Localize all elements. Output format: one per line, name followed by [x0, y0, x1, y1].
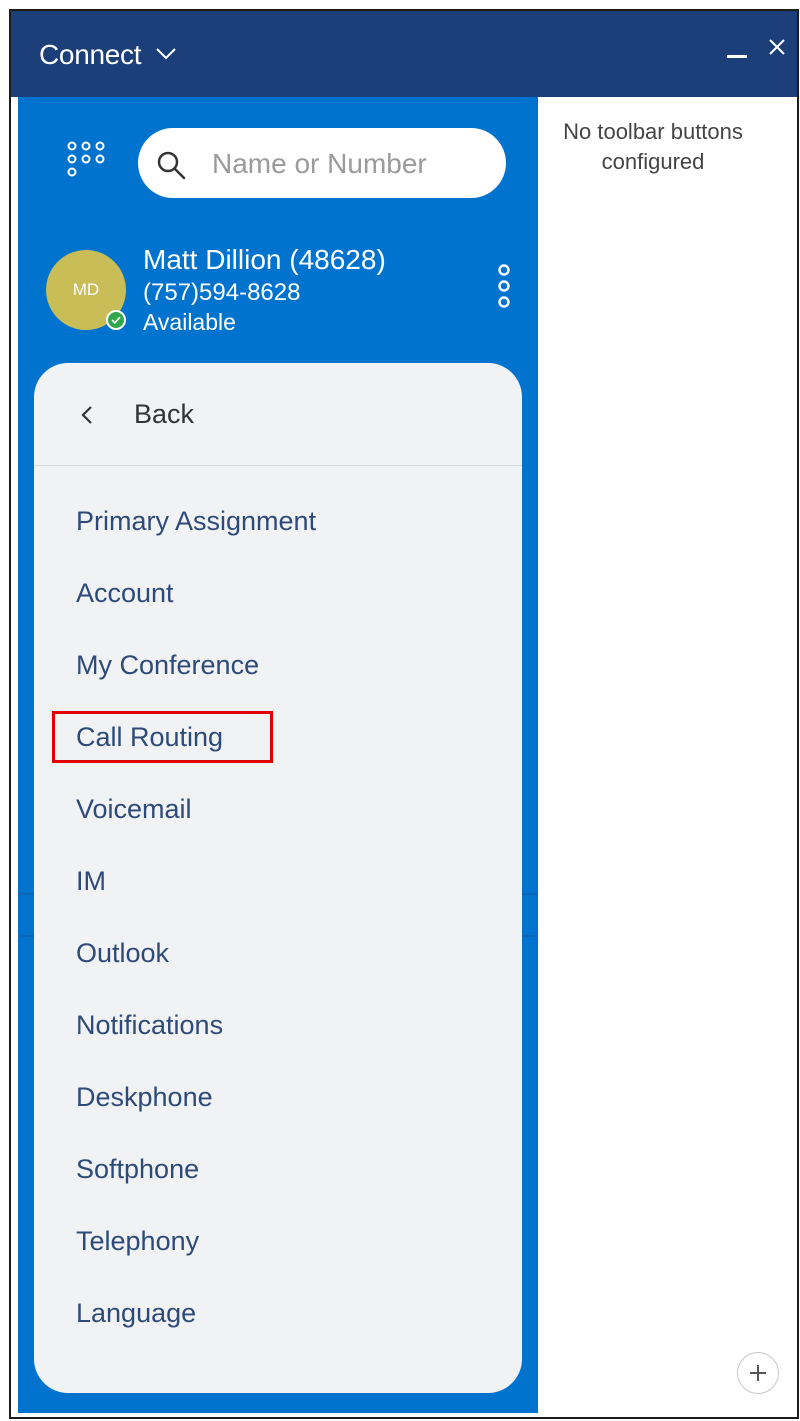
call-routing-highlight [52, 711, 273, 763]
close-icon[interactable] [767, 37, 787, 57]
back-label: Back [134, 399, 195, 429]
menu-item-notifications[interactable]: Notifications [76, 1005, 223, 1045]
menu-item-primary-assignment[interactable]: Primary Assignment [76, 501, 316, 541]
menu-item-telephony[interactable]: Telephony [76, 1221, 199, 1261]
menu-item-deskphone[interactable]: Deskphone [76, 1077, 213, 1117]
menu-item-my-conference[interactable]: My Conference [76, 645, 259, 685]
search-input[interactable] [210, 142, 494, 186]
more-options-icon[interactable] [496, 262, 512, 310]
dialpad-icon[interactable] [66, 140, 106, 184]
user-status[interactable]: Available [143, 309, 236, 336]
back-button[interactable]: Back [34, 363, 522, 465]
search-box[interactable] [138, 128, 506, 198]
menu-item-language[interactable]: Language [76, 1293, 196, 1333]
title-bar: Connect [11, 11, 797, 97]
add-button[interactable] [737, 1352, 779, 1394]
toolbar-panel: No toolbar buttons configured [538, 97, 797, 1413]
settings-menu: Back Primary Assignment Account My Confe… [34, 363, 522, 1393]
presence-check-icon [106, 310, 126, 330]
menu-item-voicemail[interactable]: Voicemail [76, 789, 192, 829]
minimize-button[interactable] [727, 55, 747, 58]
toolbar-message: No toolbar buttons configured [563, 119, 743, 174]
menu-item-outlook[interactable]: Outlook [76, 933, 169, 973]
chevron-left-icon [81, 406, 92, 424]
chevron-down-icon[interactable] [155, 47, 177, 61]
menu-item-account[interactable]: Account [76, 573, 174, 613]
menu-item-softphone[interactable]: Softphone [76, 1149, 199, 1189]
app-title[interactable]: Connect [39, 39, 142, 71]
search-icon [157, 151, 186, 180]
menu-divider [34, 465, 522, 466]
menu-item-im[interactable]: IM [76, 861, 106, 901]
user-phone: (757)594-8628 [143, 279, 301, 306]
user-name: Matt Dillion (48628) [143, 244, 386, 275]
